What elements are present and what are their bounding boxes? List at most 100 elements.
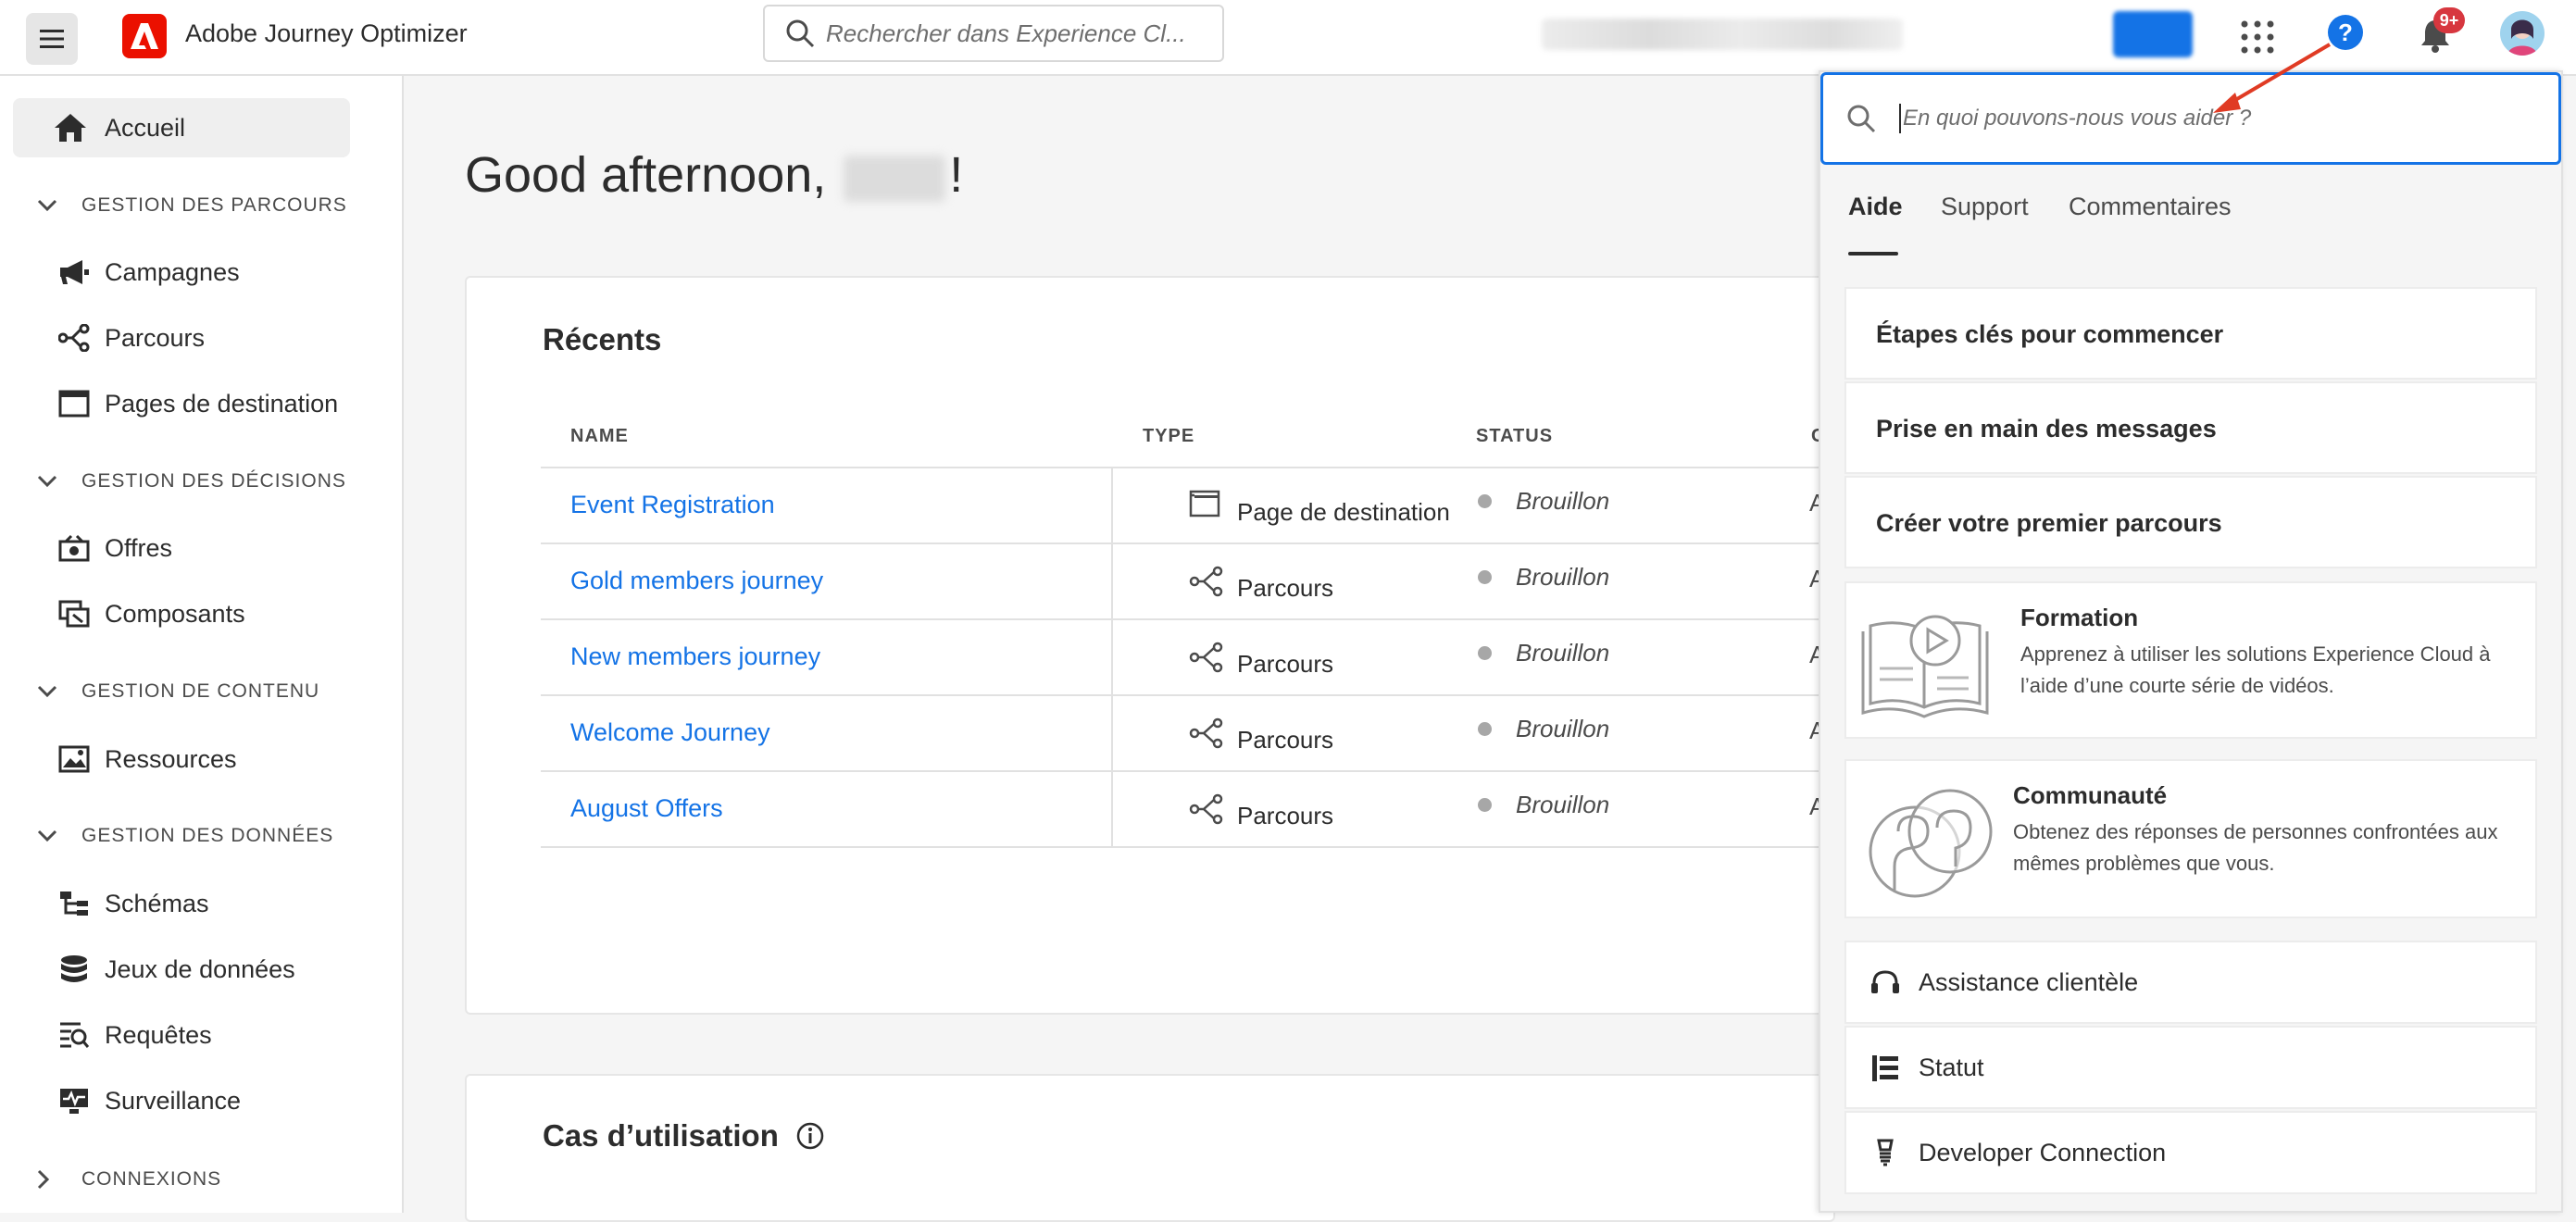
avatar[interactable] <box>2500 11 2545 56</box>
sidebar-item-label: Parcours <box>105 323 206 352</box>
sidebar-item-label: Offres <box>105 533 173 562</box>
row-status: Brouillon <box>1478 715 1609 743</box>
utility-customer-support[interactable]: Assistance clientèle <box>1844 941 2537 1024</box>
utility-label: Developer Connection <box>1919 1139 2167 1166</box>
help-link-getting-started[interactable]: Étapes clés pour commencer <box>1844 287 2537 380</box>
column-header-status[interactable]: STATUS <box>1476 426 1553 447</box>
tab-feedback[interactable]: Commentaires <box>2069 193 2232 221</box>
sidebar-item-components[interactable]: Composants <box>13 584 350 643</box>
section-journey-management[interactable]: GESTION DES PARCOURS <box>37 187 347 224</box>
utility-developer-connection[interactable]: Developer Connection <box>1844 1111 2537 1194</box>
components-icon <box>56 595 93 632</box>
training-title: Formation <box>2020 604 2139 631</box>
section-data-management[interactable]: GESTION DES DONNÉES <box>37 817 333 854</box>
chevron-down-icon <box>37 678 65 705</box>
row-status-label: Brouillon <box>1516 563 1610 591</box>
section-label: GESTION DES DONNÉES <box>81 825 334 846</box>
row-type-label: Parcours <box>1237 574 1334 602</box>
row-name-link[interactable]: Event Registration <box>570 491 775 519</box>
help-panel: En quoi pouvons-nous vous aider ? Aide S… <box>1819 70 2563 1213</box>
utility-status[interactable]: Statut <box>1844 1026 2537 1109</box>
table-row[interactable]: August Offers Parcours Brouillon A <box>541 770 1837 848</box>
row-type-label: Page de destination <box>1237 498 1450 526</box>
queries-icon <box>56 1016 93 1054</box>
training-card[interactable]: Formation Apprenez à utiliser les soluti… <box>1844 581 2537 739</box>
status-dot <box>1478 798 1492 812</box>
utility-label: Statut <box>1919 1054 1984 1081</box>
status-dot <box>1478 494 1492 508</box>
sidebar-item-queries[interactable]: Requêtes <box>13 1005 350 1065</box>
help-link-label: Prise en main des messages <box>1876 415 2217 443</box>
tab-support[interactable]: Support <box>1941 193 2029 221</box>
utility-label: Assistance clientèle <box>1919 968 2139 996</box>
sidebar-item-offers[interactable]: Offres <box>13 518 350 578</box>
section-label: GESTION DES PARCOURS <box>81 194 347 216</box>
tab-help[interactable]: Aide <box>1848 193 1903 221</box>
database-icon <box>56 951 93 988</box>
sidebar-item-campaigns[interactable]: Campagnes <box>13 243 350 302</box>
column-header-type[interactable]: TYPE <box>1143 426 1194 447</box>
table-row[interactable]: Gold members journey Parcours Brouillon … <box>541 542 1837 618</box>
sidebar-item-journeys[interactable]: Parcours <box>13 308 350 368</box>
section-decision-management[interactable]: GESTION DES DÉCISIONS <box>37 463 346 500</box>
community-card[interactable]: Communauté Obtenez des réponses de perso… <box>1844 759 2537 918</box>
annotation-arrow <box>2213 43 2332 113</box>
greeting-suffix: ! <box>949 147 964 203</box>
sidebar-item-home[interactable]: Accueil <box>13 98 350 157</box>
journey-icon <box>56 319 93 356</box>
row-name-link[interactable]: Welcome Journey <box>570 718 770 747</box>
video-book-illustration <box>1857 604 1993 724</box>
sidebar-item-schemas[interactable]: Schémas <box>13 874 350 933</box>
row-status: Brouillon <box>1478 639 1609 667</box>
active-tab-indicator <box>1848 252 1898 256</box>
help-link-label: Créer votre premier parcours <box>1876 509 2222 537</box>
search-icon <box>785 19 815 48</box>
sidebar-item-label: Campagnes <box>105 257 240 286</box>
org-button-blurred[interactable] <box>2113 11 2193 57</box>
sidebar-item-label: Surveillance <box>105 1086 242 1115</box>
section-content-management[interactable]: GESTION DE CONTENU <box>37 673 319 710</box>
sidebar-item-assets[interactable]: Ressources <box>13 729 350 789</box>
section-label: CONNEXIONS <box>81 1168 222 1190</box>
info-icon[interactable] <box>795 1121 825 1151</box>
community-illustration <box>1857 781 1993 902</box>
global-search-input[interactable]: Rechercher dans Experience Cl... <box>763 5 1224 62</box>
home-icon <box>52 109 89 146</box>
row-type: Parcours <box>1189 639 1333 679</box>
org-switcher-blurred[interactable] <box>1542 19 1903 50</box>
help-link-first-journey[interactable]: Créer votre premier parcours <box>1844 476 2537 568</box>
table-row[interactable]: New members journey Parcours Brouillon A <box>541 618 1837 694</box>
offers-icon <box>56 530 93 567</box>
row-status-label: Brouillon <box>1516 487 1610 515</box>
assets-icon <box>56 741 93 778</box>
section-connections[interactable]: CONNEXIONS <box>37 1161 221 1198</box>
sidebar-item-landing-pages[interactable]: Pages de destination <box>13 374 350 433</box>
row-type: Parcours <box>1189 563 1333 603</box>
sidebar-item-label: Accueil <box>105 113 186 142</box>
section-label: GESTION DES DÉCISIONS <box>81 470 346 492</box>
text-caret <box>1899 104 1901 133</box>
column-header-name[interactable]: NAME <box>570 426 629 447</box>
help-link-label: Étapes clés pour commencer <box>1876 320 2224 348</box>
sidebar-item-datasets[interactable]: Jeux de données <box>13 940 350 999</box>
user-name-blurred <box>844 155 946 202</box>
headset-icon <box>1869 966 1902 1000</box>
row-type-label: Parcours <box>1237 802 1334 829</box>
sidebar-item-label: Pages de destination <box>105 389 339 418</box>
adobe-logo[interactable] <box>122 14 167 58</box>
greeting-prefix: Good afternoon, <box>465 147 841 203</box>
help-link-messages[interactable]: Prise en main des messages <box>1844 381 2537 474</box>
row-name-link[interactable]: Gold members journey <box>570 567 823 595</box>
sidebar-item-label: Schémas <box>105 889 209 917</box>
app-title[interactable]: Adobe Journey Optimizer <box>185 19 468 48</box>
sidebar-item-monitoring[interactable]: Surveillance <box>13 1071 350 1130</box>
help-search-input[interactable]: En quoi pouvons-nous vous aider ? <box>1820 72 2561 165</box>
training-description: Apprenez à utiliser les solutions Experi… <box>2020 642 2491 697</box>
row-name-link[interactable]: August Offers <box>570 794 723 823</box>
menu-icon[interactable] <box>26 13 78 65</box>
table-row[interactable]: Event Registration Page de destination B… <box>541 467 1837 542</box>
table-row[interactable]: Welcome Journey Parcours Brouillon A <box>541 694 1837 770</box>
row-type-label: Parcours <box>1237 650 1334 678</box>
journey-icon <box>1189 793 1224 829</box>
row-name-link[interactable]: New members journey <box>570 642 820 671</box>
